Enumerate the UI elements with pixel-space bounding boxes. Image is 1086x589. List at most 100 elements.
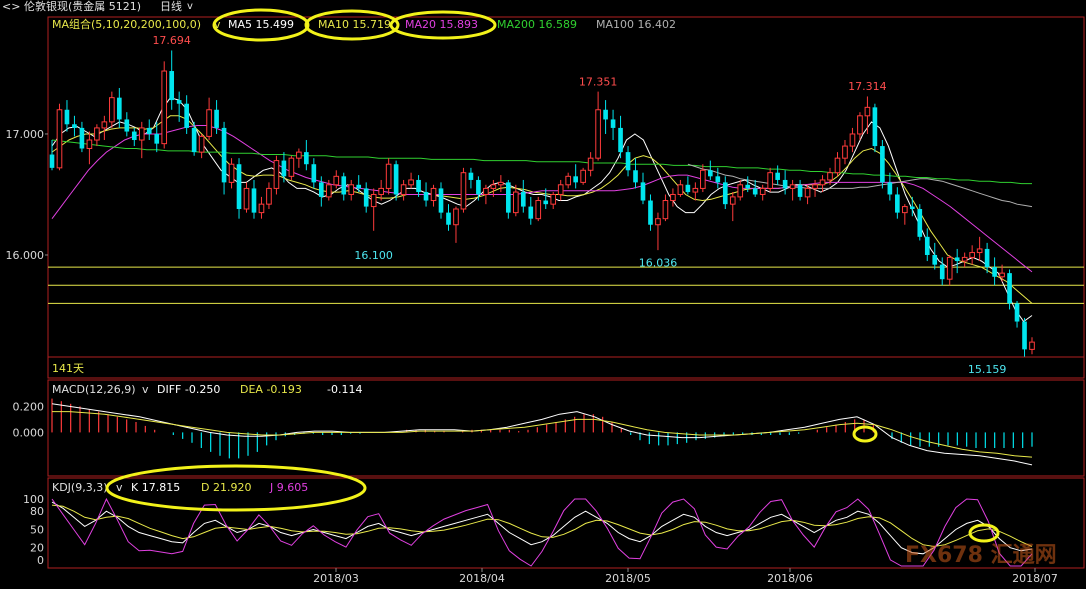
period-selector[interactable]: 日线 (160, 0, 182, 14)
candle-body-down (648, 200, 653, 225)
candle-body-down (416, 179, 421, 193)
x-tick-label: 2018/06 (767, 572, 813, 585)
candle-body-down (393, 164, 399, 195)
candle-body-down (363, 188, 369, 207)
back-button[interactable]: <> (2, 0, 20, 14)
chevron-down-icon: v (116, 481, 123, 494)
candle-body-down (79, 127, 85, 149)
kdj-label: KDJ(9,3,3) (52, 481, 108, 494)
kdj-k-label: K 17.815 (131, 481, 180, 494)
candle-body-up (834, 157, 841, 174)
candle-body-down (1014, 303, 1020, 322)
candle-body-down (184, 103, 189, 128)
candle-body-up (385, 163, 392, 189)
candle-body-up (759, 187, 766, 195)
candle-body-up (296, 151, 302, 159)
candle-body-down (880, 146, 885, 183)
candle-body-up (228, 163, 235, 183)
candle-body-down (543, 200, 549, 205)
candle-body-up (288, 157, 295, 177)
chevron-down-icon: v (142, 383, 149, 396)
x-tick-label: 2018/04 (459, 572, 505, 585)
candle-body-up (206, 109, 212, 137)
price-annotation: 17.351 (579, 75, 618, 88)
y-tick-label: 16.000 (6, 249, 45, 262)
candle-body-down (423, 192, 429, 201)
candle-body-up (767, 172, 773, 189)
candle-body-up (498, 181, 504, 186)
price-annotation: 15.159 (968, 363, 1007, 376)
candle-body-up (842, 145, 848, 159)
candle-body-down (603, 109, 608, 120)
candle-body-up (999, 272, 1005, 278)
candle-body-down (251, 188, 257, 213)
kdj-y-tick: 100 (23, 493, 44, 506)
candle-body-up (961, 256, 968, 262)
candle-body-down (169, 71, 175, 101)
candle-body-down (236, 164, 242, 209)
candle-body-up (595, 109, 601, 159)
candle-body-up (266, 187, 272, 205)
candle-body-up (580, 169, 586, 183)
candle-body-down (64, 109, 70, 125)
price-annotation: 16.036 (639, 257, 678, 270)
candle-body-up (325, 184, 332, 198)
candle-body-up (378, 187, 384, 195)
candle-body-down (625, 152, 631, 171)
chart-canvas: 17.000 16.000 17.694 17.351 17.314 16.100 16.0… (6, 8, 1085, 585)
candle-body-up (94, 127, 100, 141)
candle-body-up (460, 172, 467, 210)
candle-body-down (782, 179, 788, 189)
title-bar: <> 伦敦银现(贵金属 5121) 日线 v (0, 0, 1086, 14)
candle-body-up (700, 169, 706, 189)
candle-body-down (1022, 321, 1027, 350)
candle-body-down (520, 192, 526, 207)
candle-body-down (984, 248, 990, 268)
macd-diff-label: DIFF -0.250 (157, 383, 220, 396)
candle-body-up (804, 187, 811, 198)
candle-body-down (722, 182, 728, 205)
candle-body-up (946, 256, 953, 280)
candle-body-down (633, 170, 638, 183)
candle-body-down (304, 152, 309, 165)
candle-body-down (618, 127, 623, 153)
candle-body-up (512, 191, 519, 214)
candle-body-down (992, 267, 997, 277)
candle-body-up (490, 184, 497, 189)
candle-body-down (573, 176, 578, 183)
candle-body-up (198, 135, 205, 153)
candle-body-up (819, 179, 826, 186)
candle-body-up (258, 203, 265, 214)
ma100-label: MA100 16.402 (596, 18, 676, 31)
candle-body-down (117, 97, 122, 120)
kdj-line-d (51, 504, 1033, 548)
candle-body-up (109, 97, 115, 123)
kdj-y-tick: 80 (30, 505, 44, 518)
candle-body-down (341, 176, 347, 195)
candle-body-down (446, 212, 451, 225)
candle-body-up (101, 121, 108, 129)
candle-body-down (468, 172, 474, 180)
candle-body-down (745, 184, 751, 189)
candle-body-down (476, 179, 481, 195)
chevron-down-icon[interactable]: v (187, 0, 193, 14)
candle-body-down (356, 184, 362, 189)
price-annotation: 17.314 (848, 80, 887, 93)
candle-body-up (550, 193, 557, 205)
candle-body-up (161, 70, 168, 145)
candle-body-down (909, 206, 915, 209)
candle-body-up (902, 206, 908, 214)
candle-body-up (849, 133, 856, 147)
candle-body-up (976, 248, 983, 254)
candle-body-down (146, 127, 152, 134)
macd-line-diff (51, 403, 1033, 466)
candle-body-down (954, 257, 960, 262)
candle-body-down (214, 109, 219, 128)
candle-body-up (729, 196, 736, 205)
candle-body-up (864, 106, 871, 117)
candle-body-down (49, 154, 55, 168)
candle-body-down (685, 184, 691, 193)
candle-body-down (528, 206, 534, 219)
x-tick-label: 2018/03 (313, 572, 359, 585)
candle-body-down (281, 160, 287, 177)
